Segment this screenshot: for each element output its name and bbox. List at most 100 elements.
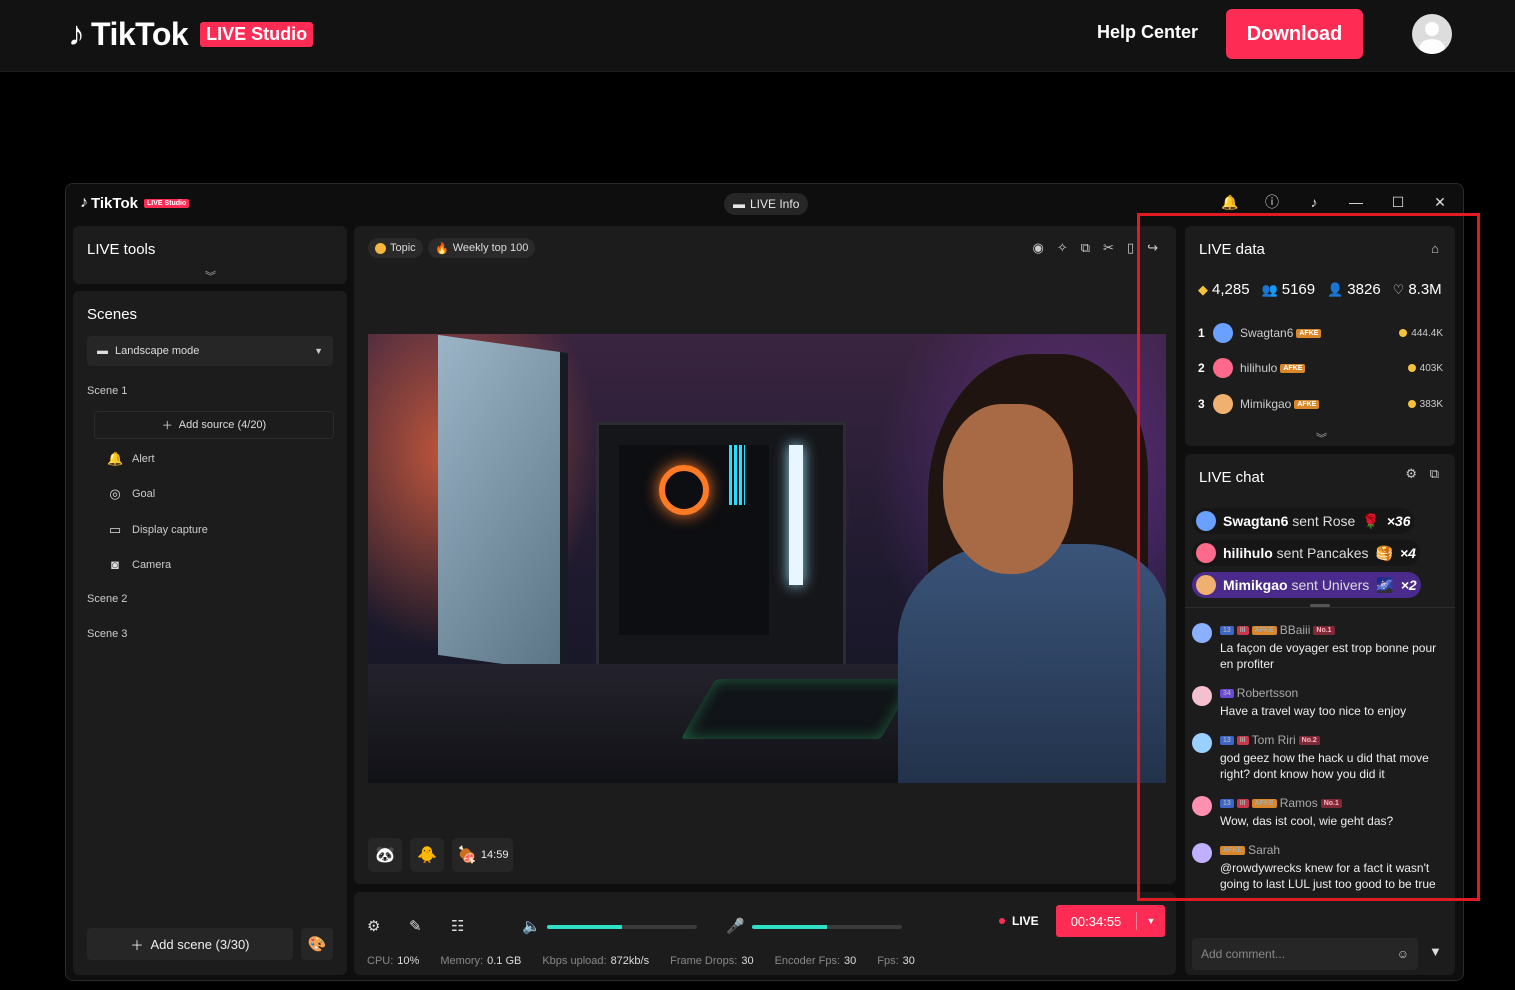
weekly-top-label: Weekly top 100 (452, 242, 529, 254)
live-tools-panel: LIVE tools ︾ (73, 226, 347, 284)
desktop-volume-fill (547, 925, 622, 929)
speaker-icon[interactable]: 🔈 (522, 917, 541, 935)
source-label: Camera (132, 558, 172, 571)
magic-wand-icon[interactable]: ✎ (409, 917, 422, 935)
sticker-chip[interactable]: 🐼 (368, 838, 402, 872)
caret-down-icon[interactable]: ▼ (1136, 912, 1165, 930)
user-avatar[interactable] (1412, 14, 1452, 54)
add-comment-input[interactable]: Add comment... ☺ (1192, 938, 1418, 970)
landscape-icon: ▬ (97, 345, 108, 357)
palette-icon[interactable]: 🎨 (301, 928, 333, 960)
timer-chip[interactable]: 🍖 14:59 (452, 838, 514, 872)
monitor-icon: ▭ (108, 522, 122, 537)
record-icon[interactable]: ◉ (1032, 240, 1043, 256)
desktop-volume-slider[interactable] (547, 925, 697, 929)
topic-tag[interactable]: Topic (368, 238, 423, 258)
help-icon[interactable]: ⓘ (1261, 192, 1283, 212)
window-title-word: TikTok (91, 194, 138, 212)
video-keyboard (680, 679, 916, 739)
timer-value: 14:59 (480, 849, 509, 861)
goal-icon: ◎ (109, 486, 121, 501)
add-scene-label: Add scene (3/30) (150, 936, 250, 952)
tiktok-icon[interactable]: ♪ (1303, 194, 1325, 210)
performance-stats: CPU: 10% Memory: 0.1 GB Kbps upload: 872kb/… (367, 955, 915, 967)
close-icon[interactable]: ✕ (1429, 194, 1451, 211)
tiktok-note-icon: ♪ (80, 194, 88, 211)
scenes-panel: Scenes ▬ Landscape mode ▼ Scene 1 ＋ Add … (73, 291, 347, 975)
settings-icon[interactable]: ⚙ (367, 917, 380, 935)
source-camera[interactable]: ◙ Camera (107, 557, 171, 572)
emoji-icon[interactable]: ☺ (1397, 947, 1409, 961)
minimize-icon[interactable]: — (1345, 194, 1367, 210)
mode-select[interactable]: ▬ Landscape mode ▼ (87, 336, 333, 366)
flame-icon: 🔥 (435, 242, 449, 255)
layout-icon[interactable]: ⧉ (1081, 240, 1090, 256)
sparkle-icon[interactable]: ✧ (1057, 240, 1068, 256)
stat-frame-drops: Frame Drops: 30 (670, 955, 754, 967)
live-video-preview[interactable] (368, 334, 1166, 783)
caret-down-icon: ▼ (314, 346, 323, 356)
video-monitor (438, 334, 568, 674)
highlight-box (1137, 213, 1480, 901)
preview-panel: Topic 🔥 Weekly top 100 ◉ ✧ ⧉ ✂ ▯ ↪ 🐼 🐥 🍖… (354, 226, 1176, 884)
topic-label: Topic (390, 242, 416, 254)
help-center-link[interactable]: Help Center (1097, 22, 1198, 43)
live-status: LIVE (999, 914, 1039, 928)
expand-chevron-icon[interactable]: ︾ (205, 268, 216, 284)
source-label: Alert (132, 453, 155, 465)
stat-fps: Fps: 30 (877, 955, 915, 967)
video-person (888, 354, 1166, 783)
bell-icon: 🔔 (107, 451, 124, 466)
video-pc-tower (596, 422, 846, 672)
plus-icon: ＋ (161, 420, 173, 432)
live-label: LIVE (1012, 914, 1039, 928)
controls-panel: ⚙ ✎ ☷ 🔈 🎤 LIVE 00:34:55 ▼ CPU: 10% Memory… (354, 892, 1176, 975)
tiktok-note-icon: ♪ (68, 15, 85, 53)
source-alert[interactable]: 🔔 Alert (107, 451, 155, 467)
bell-icon[interactable]: 🔔 (1219, 194, 1241, 211)
overlay-chips: 🐼 🐥 🍖 14:59 (368, 838, 514, 872)
source-label: Goal (132, 488, 156, 500)
maximize-icon[interactable]: ☐ (1387, 194, 1409, 211)
weekly-top-tag[interactable]: 🔥 Weekly top 100 (428, 238, 536, 258)
phone-icon[interactable]: ▯ (1127, 240, 1134, 256)
card-icon: ▬ (733, 197, 745, 211)
add-scene-button[interactable]: ＋ Add scene (3/30) (87, 928, 293, 960)
source-display-capture[interactable]: ▭ Display capture (107, 522, 208, 538)
logo-word: TikTok (91, 15, 189, 52)
stat-upload: Kbps upload: 872kb/s (542, 955, 650, 967)
sliders-icon[interactable]: ☷ (451, 917, 464, 935)
source-label: Display capture (132, 524, 208, 536)
elapsed-time: 00:34:55 (1070, 913, 1122, 929)
send-icon[interactable]: ▼ (1429, 944, 1442, 959)
download-button[interactable]: Download (1226, 9, 1363, 59)
site-header: ♪ TikTok LIVE Studio Help Center Downloa… (0, 0, 1515, 72)
source-goal[interactable]: ◎ Goal (107, 486, 155, 502)
window-controls: 🔔 ⓘ ♪ — ☐ ✕ (1219, 192, 1451, 212)
sticker-icon: 🐥 (417, 847, 437, 864)
scene-2[interactable]: Scene 2 (87, 593, 127, 605)
logo-badge: LIVE Studio (200, 21, 314, 47)
scene-3[interactable]: Scene 3 (87, 628, 127, 640)
window-title-badge: LIVE Studio (143, 198, 190, 208)
camera-icon: ◙ (111, 557, 119, 572)
stat-encoder-fps: Encoder Fps: 30 (774, 955, 857, 967)
sticker-icon: 🐼 (375, 847, 395, 864)
add-source-button[interactable]: ＋ Add source (4/20) (94, 411, 334, 439)
scene-1[interactable]: Scene 1 (87, 385, 127, 397)
scenes-title: Scenes (87, 306, 138, 323)
live-timer-button[interactable]: 00:34:55 ▼ (1056, 905, 1165, 937)
live-dot-icon (999, 918, 1005, 924)
window-title: ♪ TikTok LIVE Studio (80, 194, 190, 212)
sticker-chip[interactable]: 🐥 (410, 838, 444, 872)
tiktok-logo[interactable]: ♪ TikTok LIVE Studio (68, 14, 314, 54)
scissors-icon[interactable]: ✂ (1103, 240, 1114, 256)
mode-select-value: Landscape mode (115, 345, 200, 357)
add-source-label: Add source (4/20) (178, 419, 267, 431)
live-info-button[interactable]: ▬ LIVE Info (724, 193, 809, 215)
comment-placeholder: Add comment... (1201, 947, 1286, 961)
plus-icon: ＋ (130, 937, 144, 953)
topic-icon (375, 242, 386, 254)
mic-volume-slider[interactable] (752, 925, 902, 929)
microphone-icon[interactable]: 🎤 (726, 917, 745, 935)
